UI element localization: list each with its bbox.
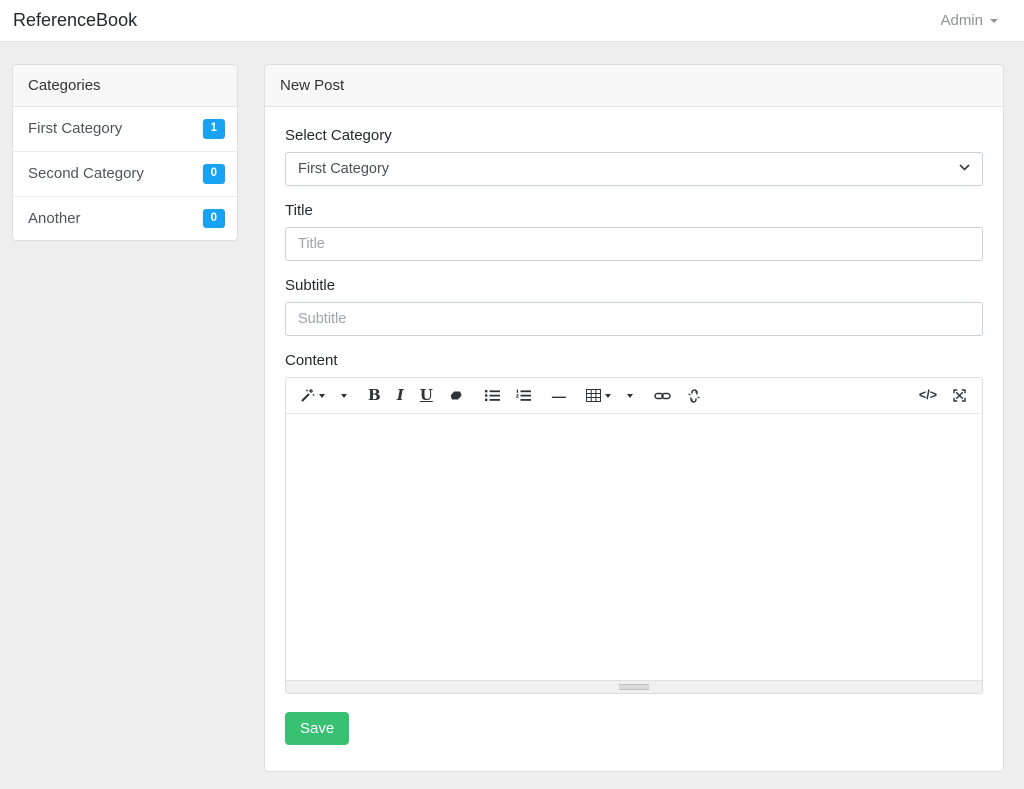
category-label: First Category <box>28 120 123 138</box>
category-select[interactable]: First Category <box>285 152 983 186</box>
unordered-list-icon <box>484 390 500 401</box>
user-dropdown[interactable]: Admin <box>940 12 998 29</box>
underline-button[interactable]: U <box>418 387 435 404</box>
category-select-label: Select Category <box>285 127 392 144</box>
code-view-button[interactable]: </> <box>917 388 939 403</box>
top-navbar: ReferenceBook Admin <box>0 0 1024 42</box>
style-dropdown-button[interactable] <box>298 387 327 404</box>
sidebar-item-second-category[interactable]: Second Category 0 <box>13 152 237 197</box>
paragraph-style-dropdown-button[interactable] <box>339 393 349 399</box>
new-post-form: Select Category First Category Title Sub… <box>265 107 1003 765</box>
category-count-badge: 1 <box>202 119 225 139</box>
category-label: Second Category <box>28 165 144 183</box>
editor-resize-bar[interactable] <box>286 680 982 693</box>
unordered-list-button[interactable] <box>483 388 502 403</box>
magic-wand-icon <box>301 389 315 402</box>
italic-button[interactable]: I <box>395 387 406 404</box>
categories-header: Categories <box>13 65 237 107</box>
sidebar-item-first-category[interactable]: First Category 1 <box>13 107 237 152</box>
title-input[interactable] <box>285 227 983 261</box>
unlink-icon <box>688 388 700 403</box>
category-count-badge: 0 <box>202 163 225 184</box>
new-post-panel: New Post Select Category First Category … <box>264 64 1004 772</box>
table-dropdown-button[interactable] <box>584 388 613 403</box>
insert-group <box>652 388 703 404</box>
bold-button[interactable]: B <box>366 387 383 404</box>
category-count-badge: 0 <box>202 208 225 229</box>
chevron-down-icon <box>990 18 998 23</box>
style-group <box>298 387 349 404</box>
table-icon <box>585 389 601 402</box>
hr-group: — <box>550 388 567 404</box>
category-label: Another <box>28 209 81 227</box>
horizontal-rule-icon: — <box>551 387 566 404</box>
editor-content[interactable] <box>286 414 982 680</box>
table-group <box>584 388 635 403</box>
user-dropdown-label: Admin <box>940 12 983 29</box>
dropdown-caret-icon <box>341 393 347 398</box>
font-group: B I U <box>366 387 466 404</box>
dropdown-caret-icon <box>604 393 611 398</box>
title-label: Title <box>285 202 313 219</box>
fullscreen-icon <box>953 389 966 402</box>
rich-text-editor: B I U — </> <box>285 377 983 694</box>
new-post-header: New Post <box>265 65 1003 107</box>
dropdown-caret-icon <box>319 393 325 398</box>
bold-icon: B <box>368 386 381 404</box>
link-icon <box>654 392 671 399</box>
unlink-button[interactable] <box>685 388 703 404</box>
view-group: </> <box>917 388 968 403</box>
paragraph-dropdown-button[interactable] <box>625 393 635 399</box>
horizontal-rule-button[interactable]: — <box>550 388 567 404</box>
para-group <box>483 388 533 403</box>
code-view-icon: </> <box>918 388 937 403</box>
save-button[interactable]: Save <box>285 712 350 745</box>
clear-format-button[interactable] <box>447 388 466 403</box>
eraser-icon <box>450 391 462 400</box>
fullscreen-button[interactable] <box>951 388 968 403</box>
insert-link-button[interactable] <box>652 389 673 403</box>
ordered-list-button[interactable] <box>514 388 533 403</box>
content-label: Content <box>285 352 338 369</box>
sidebar-item-another[interactable]: Another 0 <box>13 197 237 241</box>
resize-grip-icon <box>619 684 649 690</box>
editor-toolbar: B I U — </> <box>286 378 982 414</box>
subtitle-label: Subtitle <box>285 277 336 294</box>
page-content: Categories First Category 1 Second Categ… <box>0 42 1024 772</box>
categories-panel: Categories First Category 1 Second Categ… <box>12 64 238 242</box>
underline-icon: U <box>419 386 433 404</box>
ordered-list-icon <box>516 389 531 401</box>
italic-icon: I <box>396 386 404 404</box>
dropdown-caret-icon <box>626 393 633 398</box>
brand-logo[interactable]: ReferenceBook <box>13 10 137 31</box>
subtitle-input[interactable] <box>285 302 983 336</box>
